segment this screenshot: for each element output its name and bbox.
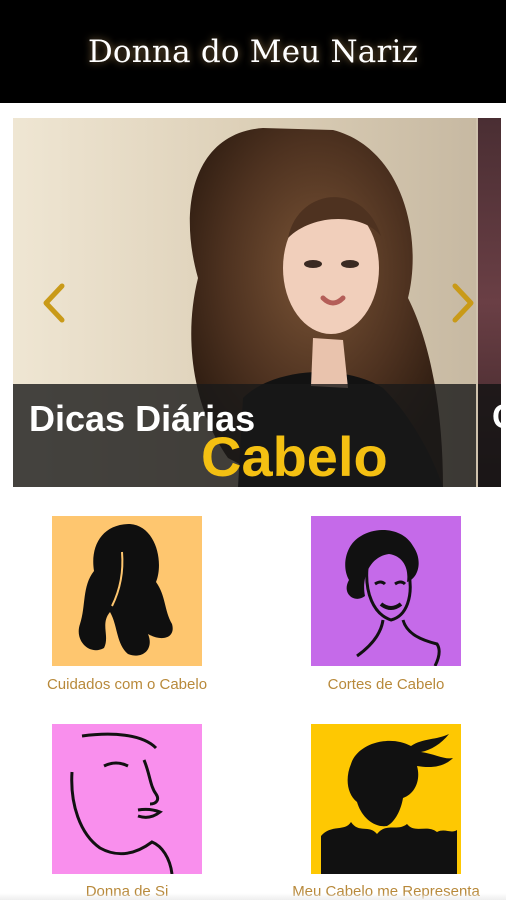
category-tile-donna-de-si[interactable] — [52, 724, 202, 874]
app-title: Donna do Meu Nariz — [87, 33, 419, 70]
slide-caption-line2: Cabelo — [201, 425, 388, 487]
long-hair-silhouette-icon — [78, 524, 173, 656]
chevron-left-icon — [43, 283, 65, 323]
image-carousel[interactable]: Dicas Diárias Cabelo C — [13, 118, 501, 487]
carousel-slide[interactable]: Dicas Diárias Cabelo — [13, 118, 476, 487]
category-label-hair-care[interactable]: Cuidados com o Cabelo — [7, 676, 247, 693]
app-header: Donna do Meu Nariz — [0, 0, 506, 103]
bottom-fade-divider — [0, 893, 506, 900]
carousel-next-button[interactable] — [443, 278, 483, 328]
chevron-right-icon — [452, 283, 474, 323]
category-label-haircuts[interactable]: Cortes de Cabelo — [266, 676, 506, 693]
face-line-art-icon — [70, 732, 174, 874]
category-tile-meu-cabelo[interactable] — [311, 724, 461, 874]
carousel-prev-button[interactable] — [36, 278, 76, 328]
wind-hair-silhouette-icon — [321, 734, 457, 874]
category-tile-haircuts[interactable] — [311, 516, 461, 666]
next-slide-caption-glyph: C — [492, 398, 501, 437]
slide-caption-overlay: Dicas Diárias Cabelo — [13, 384, 476, 487]
vintage-woman-portrait-icon — [345, 530, 441, 666]
category-tile-hair-care[interactable] — [52, 516, 202, 666]
